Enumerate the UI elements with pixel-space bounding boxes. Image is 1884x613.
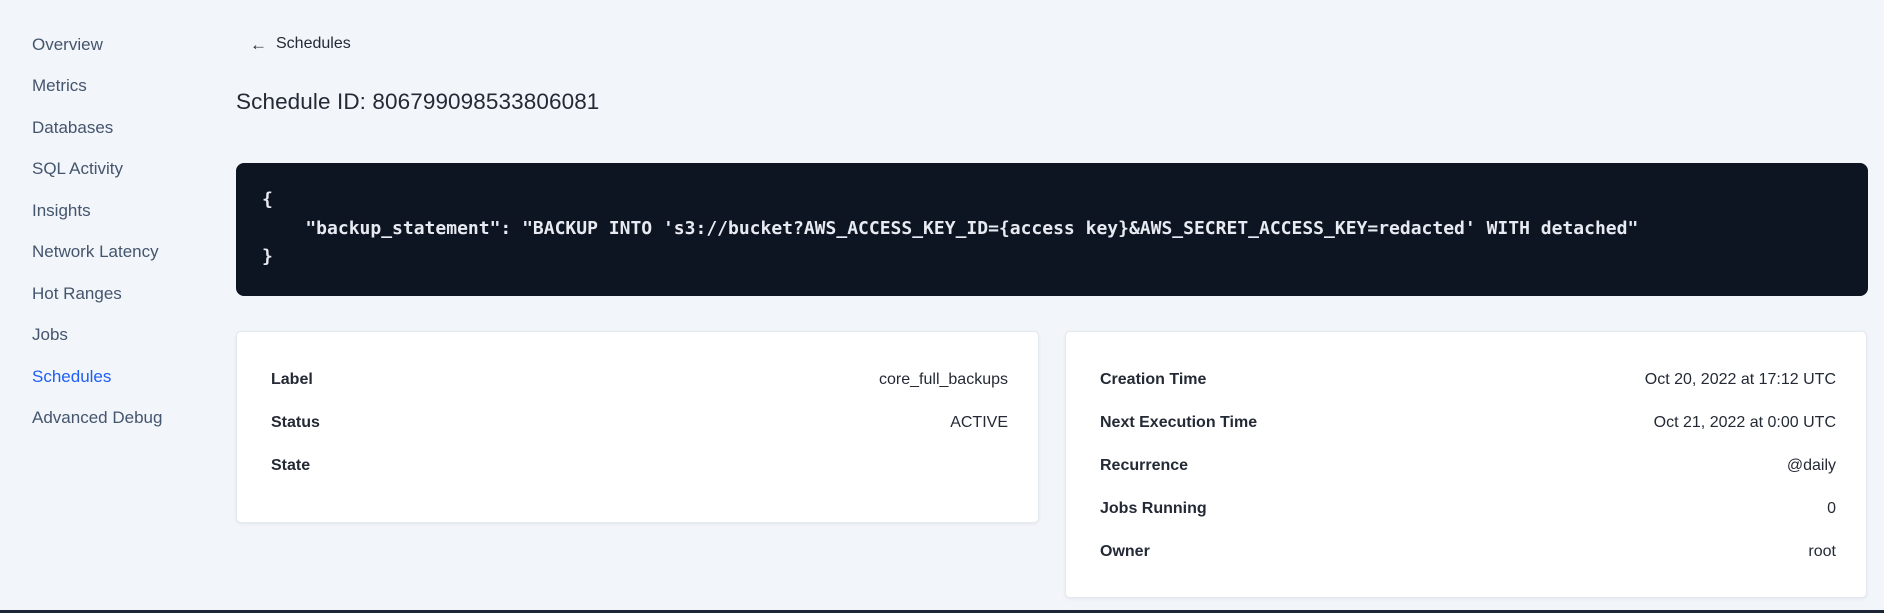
sidebar-item-hot-ranges[interactable]: Hot Ranges <box>0 273 196 315</box>
sidebar-item-insights[interactable]: Insights <box>0 190 196 232</box>
sidebar-item-metrics[interactable]: Metrics <box>0 66 196 108</box>
code-line: { <box>262 189 273 210</box>
code-line: } <box>262 246 273 267</box>
detail-label: Next Execution Time <box>1100 413 1258 431</box>
schedule-json-block: { "backup_statement": "BACKUP INTO 's3:/… <box>236 163 1868 296</box>
back-link-schedules[interactable]: ← Schedules <box>250 34 351 54</box>
detail-value: @daily <box>1786 456 1836 474</box>
detail-row-recurrence: Recurrence @daily <box>1100 444 1836 487</box>
detail-value: 0 <box>1827 499 1836 517</box>
detail-label: Jobs Running <box>1100 499 1207 517</box>
sidebar-item-databases[interactable]: Databases <box>0 107 196 149</box>
detail-value: Oct 20, 2022 at 17:12 UTC <box>1644 370 1836 388</box>
page-title: Schedule ID: 806799098533806081 <box>236 89 600 115</box>
detail-row-jobs-running: Jobs Running 0 <box>1100 487 1836 530</box>
detail-label: Recurrence <box>1100 456 1189 474</box>
back-link-label: Schedules <box>276 35 351 52</box>
sidebar-item-jobs[interactable]: Jobs <box>0 315 196 357</box>
detail-row-label: Label core_full_backups <box>271 358 1008 401</box>
sidebar-item-advanced-debug[interactable]: Advanced Debug <box>0 398 196 440</box>
detail-row-creation-time: Creation Time Oct 20, 2022 at 17:12 UTC <box>1100 358 1836 401</box>
detail-value: root <box>1808 542 1836 560</box>
detail-label: Label <box>271 370 313 388</box>
detail-row-status: Status ACTIVE <box>271 401 1008 444</box>
sidebar-item-sql-activity[interactable]: SQL Activity <box>0 149 196 191</box>
back-arrow-icon: ← <box>250 34 267 54</box>
detail-label: Creation Time <box>1100 370 1207 388</box>
sidebar-nav: Overview Metrics Databases SQL Activity … <box>0 24 196 439</box>
detail-value: core_full_backups <box>879 370 1008 388</box>
detail-row-state: State <box>271 444 1008 487</box>
code-line: "backup_statement": "BACKUP INTO 's3://b… <box>262 217 1639 239</box>
detail-label: State <box>271 456 311 474</box>
detail-value: ACTIVE <box>950 413 1008 431</box>
sidebar-item-network-latency[interactable]: Network Latency <box>0 232 196 274</box>
detail-label: Status <box>271 413 320 431</box>
schedule-details-card: Label core_full_backups Status ACTIVE St… <box>236 331 1039 523</box>
detail-row-owner: Owner root <box>1100 530 1836 573</box>
detail-value: Oct 21, 2022 at 0:00 UTC <box>1653 413 1836 431</box>
detail-row-next-execution-time: Next Execution Time Oct 21, 2022 at 0:00… <box>1100 401 1836 444</box>
sidebar-item-overview[interactable]: Overview <box>0 24 196 66</box>
sidebar-item-schedules[interactable]: Schedules <box>0 356 196 398</box>
schedule-timing-card: Creation Time Oct 20, 2022 at 17:12 UTC … <box>1065 331 1867 598</box>
detail-label: Owner <box>1100 542 1150 560</box>
